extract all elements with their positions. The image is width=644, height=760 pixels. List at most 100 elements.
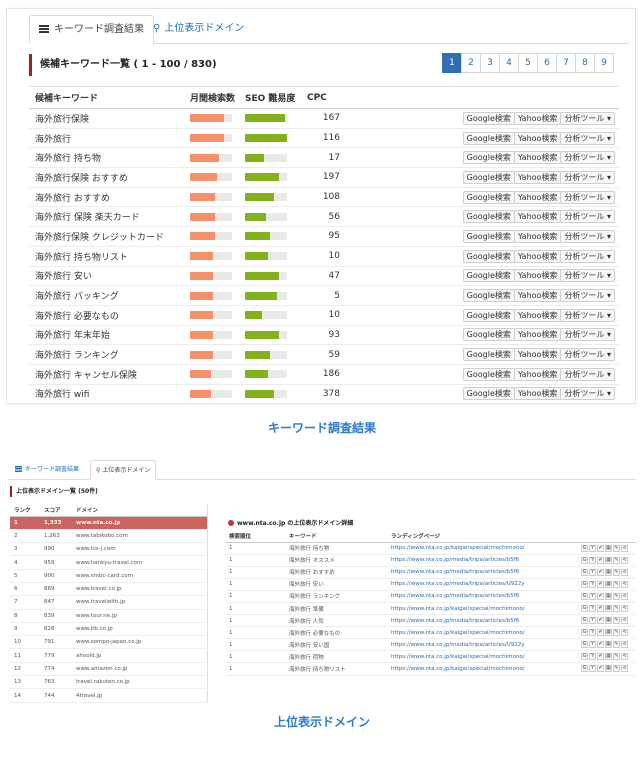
- check-icon[interactable]: ✔: [597, 653, 604, 661]
- check-icon[interactable]: ✔: [597, 556, 604, 564]
- yahoo-search-button[interactable]: Yahoo検索: [513, 190, 562, 204]
- yahoo-search-button[interactable]: Yahoo検索: [513, 131, 562, 145]
- keyword-cell[interactable]: 海外旅行保険 おすすめ: [29, 167, 184, 188]
- yahoo-icon[interactable]: Y: [589, 556, 596, 564]
- page-button[interactable]: 9: [594, 53, 614, 73]
- domain-cell[interactable]: www.amazon.co.jp: [72, 662, 208, 677]
- domain-cell[interactable]: www.hankyu-travel.com: [72, 555, 208, 570]
- google-icon[interactable]: G: [581, 568, 588, 576]
- google-search-button[interactable]: Google検索: [462, 289, 515, 303]
- col-cpc[interactable]: CPC: [301, 86, 346, 109]
- check-icon[interactable]: ✔: [597, 592, 604, 600]
- page-button[interactable]: 7: [556, 53, 576, 73]
- yahoo-search-button[interactable]: Yahoo検索: [513, 249, 562, 263]
- page-button[interactable]: 6: [537, 53, 557, 73]
- yahoo-icon[interactable]: Y: [589, 568, 596, 576]
- check-icon[interactable]: ✔: [597, 605, 604, 613]
- edit-icon[interactable]: ✎: [613, 568, 620, 576]
- table-row[interactable]: 4 959 www.hankyu-travel.com: [10, 555, 208, 570]
- share-icon[interactable]: ≺: [621, 592, 628, 600]
- keyword-cell[interactable]: 海外旅行 おすすめ: [29, 187, 184, 208]
- grid-icon[interactable]: ▦: [605, 641, 612, 649]
- page-button[interactable]: 1: [442, 53, 462, 73]
- yahoo-icon[interactable]: Y: [589, 665, 596, 673]
- google-icon[interactable]: G: [581, 665, 588, 673]
- google-search-button[interactable]: Google検索: [462, 367, 515, 381]
- domain-cell[interactable]: travel.rakuten.co.jp: [72, 675, 208, 690]
- yahoo-search-button[interactable]: Yahoo検索: [513, 367, 562, 381]
- keyword-cell[interactable]: 海外旅行 パッキング: [29, 285, 184, 306]
- table-row[interactable]: 1 1,333 www.nta.co.jp: [10, 516, 208, 530]
- table-row[interactable]: 10 791 www.sompo-japan.co.jp: [10, 635, 208, 650]
- edit-icon[interactable]: ✎: [613, 580, 620, 588]
- landing-page-link[interactable]: https://www.nta.co.jp/kaigai/special/moc…: [388, 542, 578, 555]
- yahoo-icon[interactable]: Y: [589, 592, 596, 600]
- tab-keyword-results[interactable]: キーワード調査結果: [10, 460, 84, 480]
- analysis-tools-dropdown[interactable]: 分析ツール ▾: [560, 289, 615, 303]
- analysis-tools-dropdown[interactable]: 分析ツール ▾: [560, 170, 615, 184]
- google-search-button[interactable]: Google検索: [462, 308, 515, 322]
- col-seo[interactable]: SEO 難易度: [239, 86, 301, 109]
- yahoo-search-button[interactable]: Yahoo検索: [513, 328, 562, 342]
- analysis-tools-dropdown[interactable]: 分析ツール ▾: [560, 249, 615, 263]
- share-icon[interactable]: ≺: [621, 665, 628, 673]
- domain-cell[interactable]: 4travel.jp: [72, 688, 208, 703]
- yahoo-icon[interactable]: Y: [589, 641, 596, 649]
- google-search-button[interactable]: Google検索: [462, 249, 515, 263]
- share-icon[interactable]: ≺: [621, 556, 628, 564]
- domain-cell[interactable]: ahoold.jp: [72, 648, 208, 663]
- keyword-cell[interactable]: 海外旅行 ランキング: [29, 344, 184, 365]
- grid-icon[interactable]: ▦: [605, 556, 612, 564]
- google-search-button[interactable]: Google検索: [462, 210, 515, 224]
- analysis-tools-dropdown[interactable]: 分析ツール ▾: [560, 348, 615, 362]
- google-search-button[interactable]: Google検索: [462, 269, 515, 283]
- share-icon[interactable]: ≺: [621, 629, 628, 637]
- yahoo-search-button[interactable]: Yahoo検索: [513, 269, 562, 283]
- keyword-cell[interactable]: 海外旅行 年末年始: [29, 325, 184, 346]
- google-search-button[interactable]: Google検索: [462, 170, 515, 184]
- google-icon[interactable]: G: [581, 629, 588, 637]
- keyword-cell[interactable]: 海外旅行 持ち物リスト: [29, 246, 184, 267]
- google-icon[interactable]: G: [581, 617, 588, 625]
- analysis-tools-dropdown[interactable]: 分析ツール ▾: [560, 229, 615, 243]
- landing-page-link[interactable]: https://www.nta.co.jp/media/tripa/articl…: [388, 638, 578, 652]
- grid-icon[interactable]: ▦: [605, 580, 612, 588]
- analysis-tools-dropdown[interactable]: 分析ツール ▾: [560, 131, 615, 145]
- check-icon[interactable]: ✔: [597, 580, 604, 588]
- tab-top-domains[interactable]: ⚲ 上位表示ドメイン: [90, 460, 157, 480]
- landing-page-link[interactable]: https://www.nta.co.jp/media/tripa/articl…: [388, 554, 578, 567]
- google-search-button[interactable]: Google検索: [462, 111, 515, 125]
- grid-icon[interactable]: ▦: [605, 629, 612, 637]
- table-row[interactable]: 8 839 www.tour.ne.jp: [10, 609, 208, 623]
- grid-icon[interactable]: ▦: [605, 544, 612, 552]
- yahoo-search-button[interactable]: Yahoo検索: [513, 308, 562, 322]
- table-row[interactable]: 12 774 www.amazon.co.jp: [10, 662, 208, 677]
- landing-page-link[interactable]: https://www.nta.co.jp/media/tripa/articl…: [388, 614, 578, 628]
- google-search-button[interactable]: Google検索: [462, 190, 515, 204]
- grid-icon[interactable]: ▦: [605, 605, 612, 613]
- analysis-tools-dropdown[interactable]: 分析ツール ▾: [560, 190, 615, 204]
- yahoo-icon[interactable]: Y: [589, 617, 596, 625]
- domain-cell[interactable]: www.travelwith.jp: [72, 595, 208, 610]
- yahoo-search-button[interactable]: Yahoo検索: [513, 348, 562, 362]
- check-icon[interactable]: ✔: [597, 568, 604, 576]
- google-search-button[interactable]: Google検索: [462, 131, 515, 145]
- google-icon[interactable]: G: [581, 641, 588, 649]
- col-volume[interactable]: 月間検索数: [184, 86, 239, 109]
- edit-icon[interactable]: ✎: [613, 641, 620, 649]
- edit-icon[interactable]: ✎: [613, 617, 620, 625]
- edit-icon[interactable]: ✎: [613, 556, 620, 564]
- page-button[interactable]: 3: [480, 53, 500, 73]
- yahoo-search-button[interactable]: Yahoo検索: [513, 229, 562, 243]
- edit-icon[interactable]: ✎: [613, 653, 620, 661]
- yahoo-search-button[interactable]: Yahoo検索: [513, 387, 562, 401]
- google-icon[interactable]: G: [581, 544, 588, 552]
- keyword-cell[interactable]: 海外旅行 必要なもの: [29, 305, 184, 326]
- analysis-tools-dropdown[interactable]: 分析ツール ▾: [560, 269, 615, 283]
- share-icon[interactable]: ≺: [621, 605, 628, 613]
- keyword-cell[interactable]: 海外旅行: [29, 128, 184, 149]
- check-icon[interactable]: ✔: [597, 617, 604, 625]
- landing-page-link[interactable]: https://www.nta.co.jp/kaigai/special/moc…: [388, 626, 578, 640]
- tab-top-domains[interactable]: ⚲ 上位表示ドメイン: [144, 15, 253, 44]
- google-icon[interactable]: G: [581, 605, 588, 613]
